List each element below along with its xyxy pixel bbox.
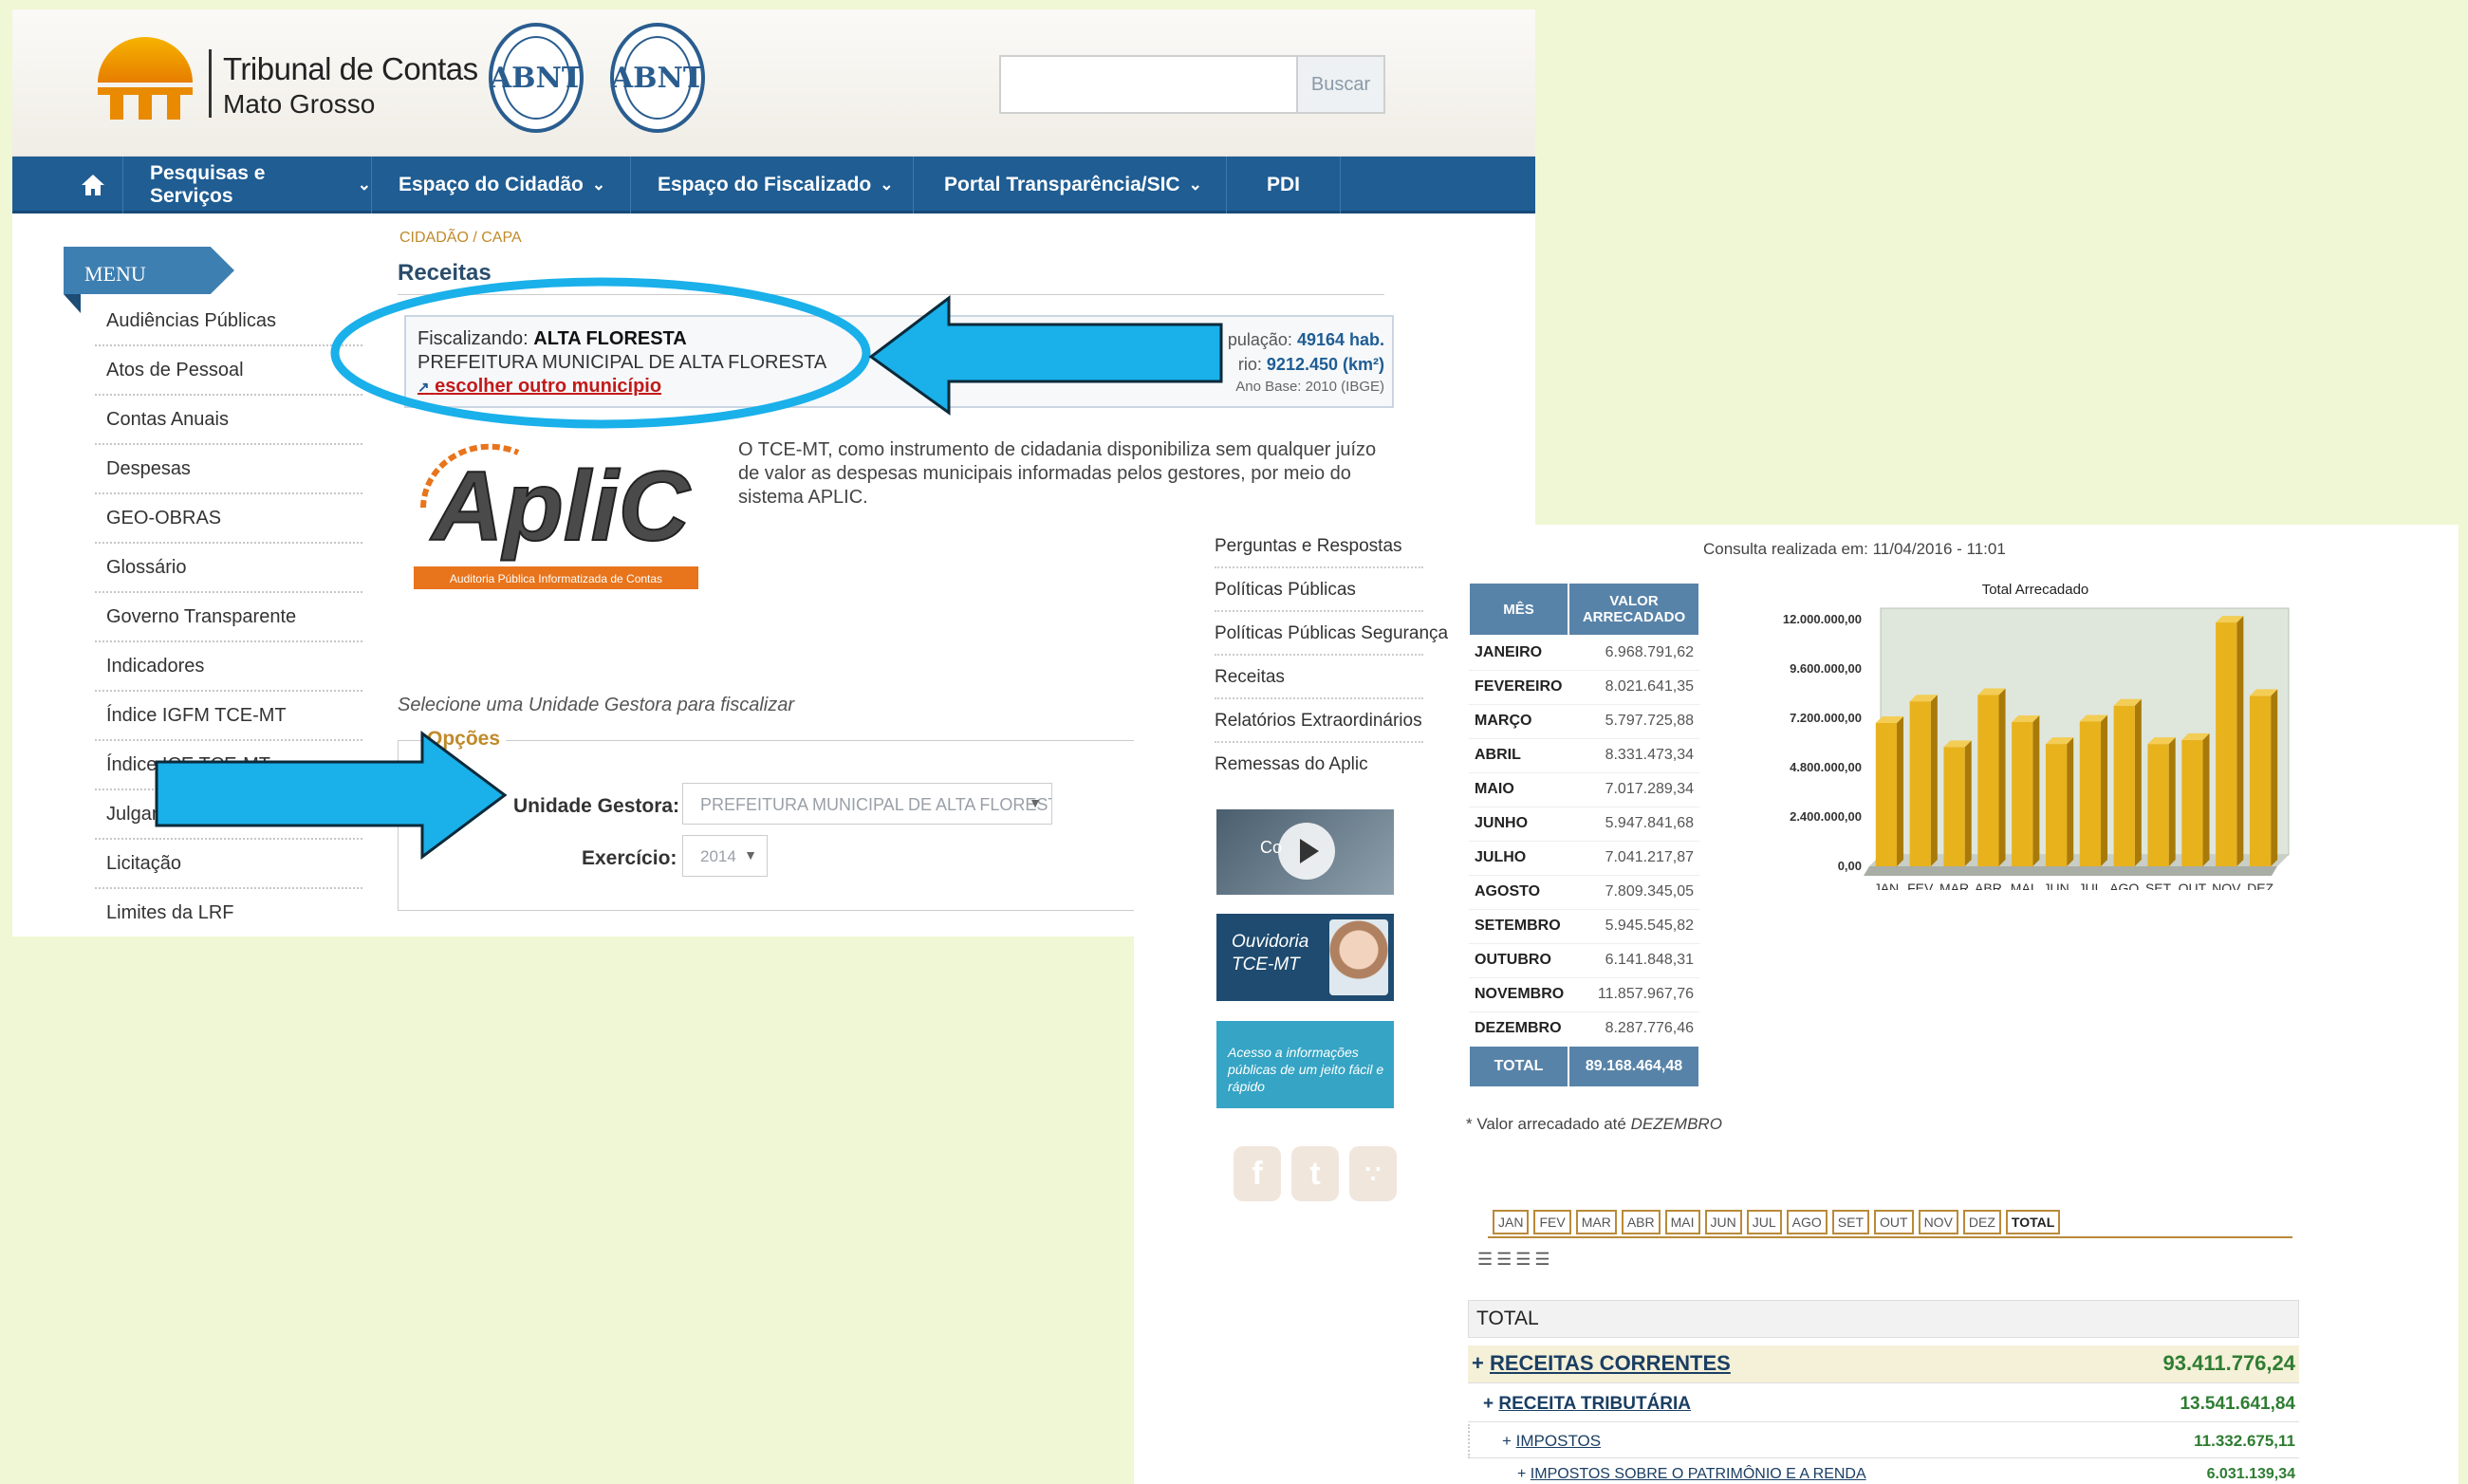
slide-canvas: { "header": { "logo_title": "Tribunal de… xyxy=(0,0,2468,1484)
arrow-right-icon xyxy=(155,731,508,860)
annotation-layer xyxy=(155,277,1223,860)
highlight-ellipse xyxy=(330,277,871,429)
arrow-left-icon xyxy=(868,294,1223,416)
